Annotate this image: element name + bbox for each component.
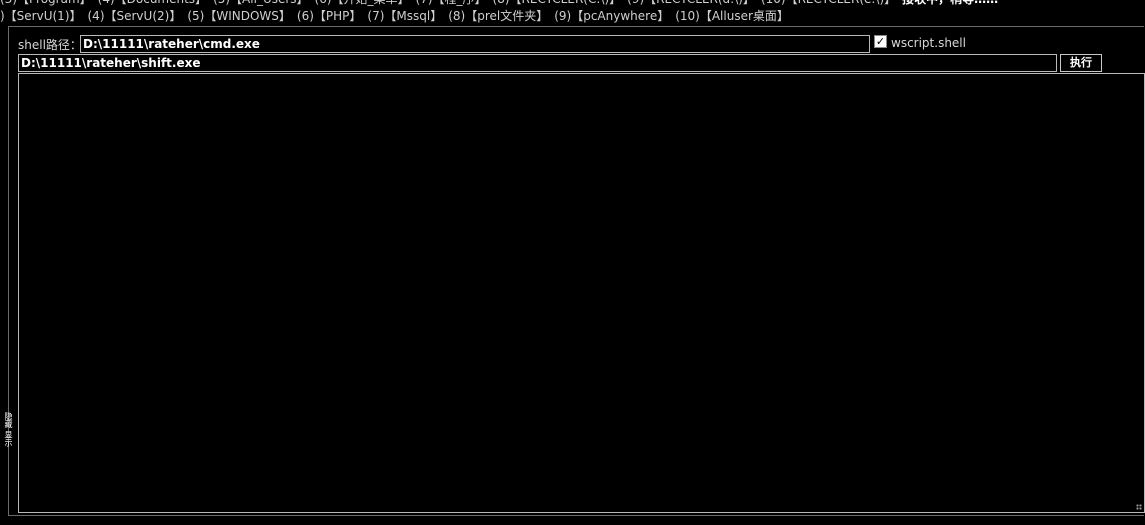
wscript-label: wscript.shell [891,36,966,50]
toggle-side-label[interactable]: 隐藏 显示 [4,412,14,447]
wscript-checkbox[interactable]: ✓ [874,35,887,48]
shortcut-link[interactable]: (10)【Alluser桌面】 [675,9,789,23]
top-shortcut-link[interactable]: (9)【RECYCLER(d:\)】 [627,0,755,6]
shortcut-link[interactable]: (6)【PHP】 [297,9,362,23]
shortcut-link[interactable]: (9)【pcAnywhere】 [554,9,669,23]
command-input[interactable] [18,54,1057,72]
top-shortcut-link[interactable]: (7)【程_序】 [416,0,487,6]
top-shortcut-link[interactable]: (4)【Documents】 [98,0,207,6]
run-button[interactable]: 执行 [1060,54,1102,72]
shortcut-link[interactable]: (7)【Mssql】 [367,9,442,23]
top-shortcut-link[interactable]: (8)【RECYCLER(C:\)】 [493,0,622,6]
top-shortcut-link[interactable]: (3)【Program】 [0,0,92,6]
top-shortcut-link[interactable]: (6)【开始_菜单】 [315,0,410,6]
loading-hint: 接收中，稍等…… [902,0,998,6]
shell-path-label: shell路径： [18,38,82,52]
command-output-area[interactable] [18,73,1145,513]
shortcut-link[interactable]: (8)【prel文件夹】 [448,9,548,23]
shortcut-link[interactable]: (5)【WINDOWS】 [187,9,291,23]
top-shortcut-link[interactable]: (5)【All_Users】 [213,0,308,6]
second-shortcut-bar: )【ServU(1)】 (4)【ServU(2)】 (5)【WINDOWS】 (6)【… [0,9,795,23]
check-icon: ✓ [875,35,886,48]
shortcut-link[interactable]: )【ServU(1)】 [0,9,82,23]
resize-grip-icon[interactable] [1136,504,1142,510]
shell-path-input[interactable] [80,35,870,53]
shortcut-link[interactable]: (4)【ServU(2)】 [88,9,182,23]
top-shortcut-link[interactable]: (10)【RECYCLER(e:\)】 [761,0,896,6]
top-shortcut-bar: (3)【Program】 (4)【Documents】 (5)【All_Users】… [0,0,1004,6]
